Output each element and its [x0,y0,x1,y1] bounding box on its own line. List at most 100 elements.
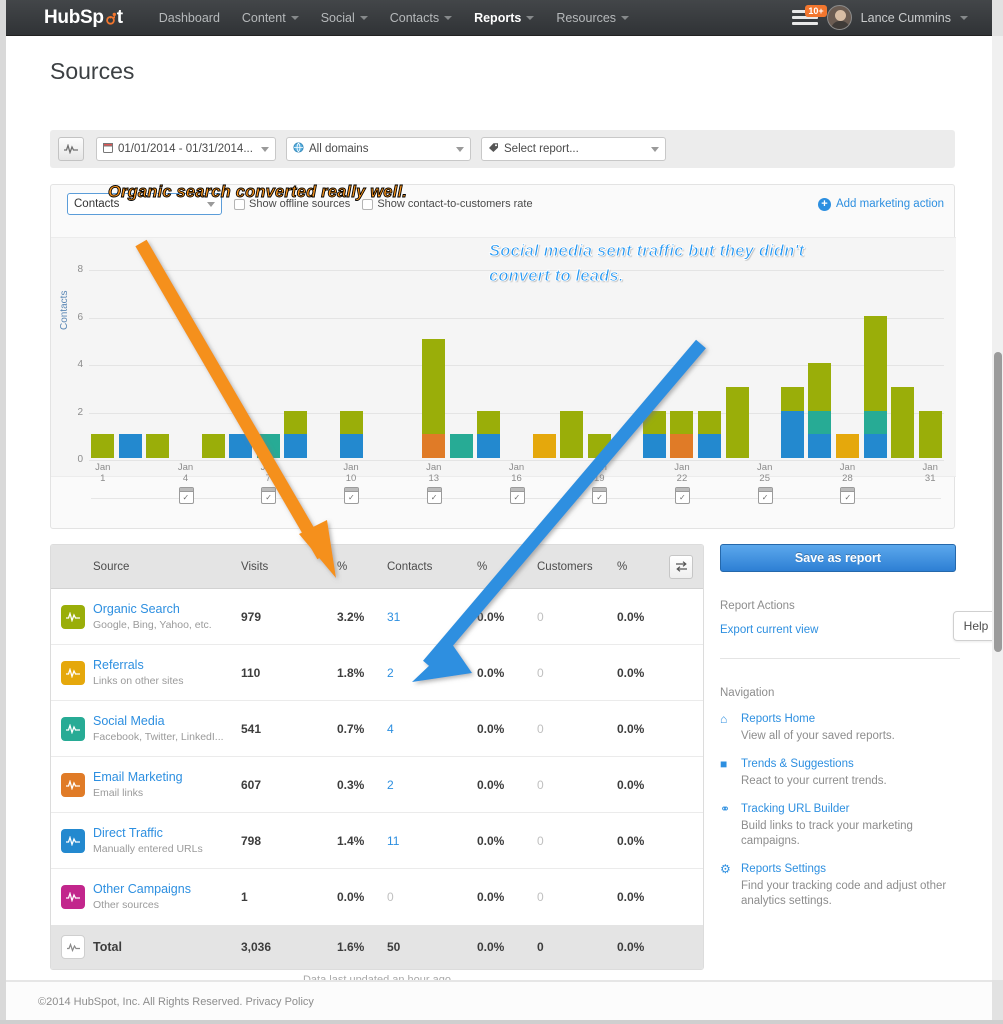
total-visits-pct: 1.6% [337,940,387,954]
help-button[interactable]: Help [953,611,992,641]
chart-bar[interactable] [340,411,363,459]
chart-bar[interactable] [698,411,721,459]
chart-bar[interactable] [202,434,225,458]
source-name-link[interactable]: Social Media [93,714,224,728]
column-header-visits-pct[interactable]: % [337,561,387,573]
calendar-check-icon[interactable]: ✓ [510,487,525,504]
source-name-link[interactable]: Referrals [93,658,183,672]
chart-bar[interactable] [836,434,859,458]
chart-bar[interactable] [146,434,169,458]
column-header-customers-pct[interactable]: % [617,561,667,573]
chart-bar[interactable] [229,434,252,458]
chart-bar[interactable] [91,434,114,458]
privacy-policy-link[interactable]: Privacy Policy [245,996,313,1008]
cell-contacts[interactable]: 0 [387,890,477,904]
swap-arrows-icon[interactable] [669,555,693,579]
chart-bar[interactable] [891,387,914,458]
chart-bar[interactable] [119,434,142,458]
sidebar-nav-item[interactable]: ⌂Reports HomeView all of your saved repo… [720,712,960,744]
table-row[interactable]: Social MediaFacebook, Twitter, LinkedI..… [51,701,703,757]
source-texts: Social MediaFacebook, Twitter, LinkedI..… [93,714,224,744]
table-row[interactable]: Other CampaignsOther sources10.0%00.0%00… [51,869,703,925]
nav-link[interactable]: Reports Home [741,712,895,727]
column-header-contacts-pct[interactable]: % [477,561,537,573]
chart-bar[interactable] [588,434,611,458]
nav-item-social[interactable]: Social [321,11,368,25]
nav-item-content[interactable]: Content [242,11,299,25]
chart-bar[interactable] [560,411,583,459]
hubspot-logo[interactable]: HubSp t [44,7,123,29]
vertical-scrollbar-thumb[interactable] [994,352,1002,652]
calendar-check-icon[interactable]: ✓ [675,487,690,504]
chart-bar[interactable] [864,316,887,459]
chevron-down-icon[interactable] [960,16,968,20]
y-axis-tick: 6 [69,312,83,323]
chart-bar[interactable] [808,363,831,458]
check-mark: ✓ [762,494,769,502]
nav-link[interactable]: Reports Settings [741,862,959,877]
report-select[interactable]: Select report... [481,137,666,161]
cell-contacts[interactable]: 4 [387,722,477,736]
sidebar-nav-item[interactable]: ⚭Tracking URL BuilderBuild links to trac… [720,802,960,849]
checkbox-show-contact-to-customers-rate[interactable]: Show contact-to-customers rate [362,198,532,210]
calendar-check-icon[interactable]: ✓ [179,487,194,504]
sidebar-nav-item[interactable]: ■Trends & SuggestionsReact to your curre… [720,757,960,789]
chart-toggle-button[interactable] [58,137,84,161]
table-row[interactable]: Email MarketingEmail links6070.3%20.0%00… [51,757,703,813]
export-current-view-link[interactable]: Export current view [720,624,960,636]
calendar-check-icon[interactable]: ✓ [840,487,855,504]
chart-bar[interactable] [670,411,693,459]
cell-visits: 541 [241,722,337,736]
cell-contacts[interactable]: 2 [387,778,477,792]
domains-select[interactable]: All domains [286,137,471,161]
chart-bar[interactable] [450,434,473,458]
chart-bar[interactable] [257,434,280,458]
metric-select[interactable]: Contacts [67,193,222,215]
vertical-scrollbar-track[interactable] [992,36,1003,980]
column-header-visits[interactable]: Visits [241,561,337,573]
add-marketing-action-button[interactable]: + Add marketing action [818,198,944,211]
nav-link[interactable]: Trends & Suggestions [741,757,887,772]
username-label[interactable]: Lance Cummins [861,11,951,25]
column-header-source[interactable]: Source [51,561,241,573]
nav-item-contacts[interactable]: Contacts [390,11,452,25]
chart-bar[interactable] [726,387,749,458]
calendar-top [511,488,524,492]
column-header-contacts[interactable]: Contacts [387,561,477,573]
calendar-check-icon[interactable]: ✓ [261,487,276,504]
source-name-link[interactable]: Direct Traffic [93,826,203,840]
source-name-link[interactable]: Email Marketing [93,770,183,784]
table-row[interactable]: Direct TrafficManually entered URLs7981.… [51,813,703,869]
sidebar-nav-item[interactable]: ⚙Reports SettingsFind your tracking code… [720,862,960,909]
date-range-select[interactable]: 01/01/2014 - 01/31/2014... [96,137,276,161]
checkbox-show-offline-sources[interactable]: Show offline sources [234,198,350,210]
chart-bar-segment-organic-search [781,387,804,411]
cell-contacts[interactable]: 2 [387,666,477,680]
calendar-check-icon[interactable]: ✓ [592,487,607,504]
table-row[interactable]: Organic SearchGoogle, Bing, Yahoo, etc.9… [51,589,703,645]
nav-item-dashboard[interactable]: Dashboard [159,11,220,25]
calendar-check-icon[interactable]: ✓ [758,487,773,504]
cell-contacts[interactable]: 31 [387,610,477,624]
avatar[interactable] [827,5,852,30]
nav-item-resources[interactable]: Resources [556,11,629,25]
chart-bar[interactable] [533,434,556,458]
source-name-link[interactable]: Other Campaigns [93,882,191,896]
chart-bar[interactable] [477,411,500,459]
calendar-check-icon[interactable]: ✓ [344,487,359,504]
notifications-menu-icon[interactable]: 10+ [792,10,818,26]
chart-bar[interactable] [422,339,445,458]
save-as-report-button[interactable]: Save as report [720,544,956,572]
column-header-customers[interactable]: Customers [537,561,617,573]
chart-bar[interactable] [919,411,942,459]
table-row[interactable]: ReferralsLinks on other sites1101.8%20.0… [51,645,703,701]
chart-bar[interactable] [284,411,307,459]
nav-item-reports[interactable]: Reports [474,11,534,25]
source-name-link[interactable]: Organic Search [93,602,212,616]
chart-bar[interactable] [643,411,666,459]
nav-link[interactable]: Tracking URL Builder [741,802,959,817]
chart-bar[interactable] [781,387,804,458]
cell-contacts[interactable]: 11 [387,834,477,848]
calendar-check-icon[interactable]: ✓ [427,487,442,504]
nav-label: Contacts [390,11,439,25]
